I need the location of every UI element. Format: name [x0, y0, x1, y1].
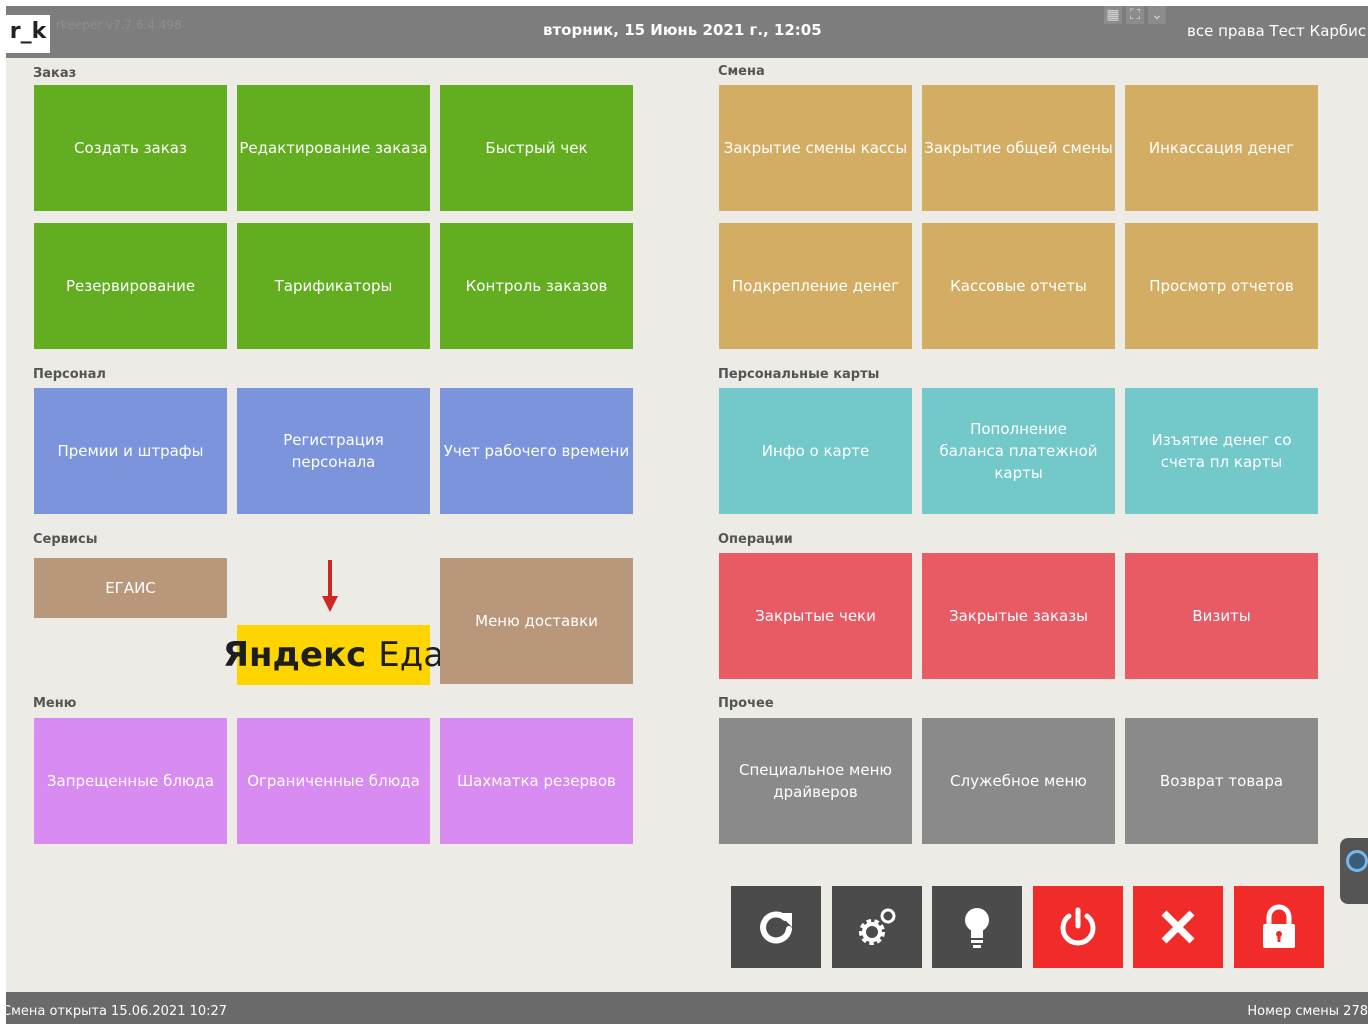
close-cash-shift-button[interactable]: Закрытие смены кассы [719, 85, 912, 211]
work-time-button[interactable]: Учет рабочего времени [440, 388, 633, 514]
cash-collection-button[interactable]: Инкассация денег [1125, 85, 1318, 211]
section-menu-title: Меню [33, 696, 77, 711]
lock-icon [1263, 904, 1295, 948]
card-info-button[interactable]: Инфо о карте [719, 388, 912, 514]
window-controls: ▦ ⛶ ⌄ [1104, 6, 1172, 26]
shift-number-label: Номер смены 278 [1247, 1004, 1368, 1019]
view-reports-button[interactable]: Просмотр отчетов [1125, 223, 1318, 349]
close-common-shift-button[interactable]: Закрытие общей смены [922, 85, 1115, 211]
section-operations-title: Операции [718, 532, 793, 547]
section-other-title: Прочее [718, 696, 774, 711]
section-services-title: Сервисы [33, 532, 98, 547]
app-window: r_k rkeeper v7.7.6.4.498 вторник, 15 Июн… [6, 6, 1368, 1024]
cash-reports-button[interactable]: Кассовые отчеты [922, 223, 1115, 349]
closed-checks-button[interactable]: Закрытые чеки [719, 553, 912, 679]
order-control-button[interactable]: Контроль заказов [440, 223, 633, 349]
side-panel-tab[interactable] [1340, 838, 1368, 904]
money-reinforcement-button[interactable]: Подкрепление денег [719, 223, 912, 349]
section-staff-title: Персонал [33, 367, 106, 382]
header-bar: r_k rkeeper v7.7.6.4.498 вторник, 15 Июн… [6, 6, 1368, 58]
yandex-brand-label: Яндекс [222, 635, 367, 675]
forbidden-dishes-button[interactable]: Запрещенные блюда [34, 718, 227, 844]
section-shift-title: Смена [718, 64, 765, 79]
staff-registration-button[interactable]: Регистрация персонала [237, 388, 430, 514]
current-datetime: вторник, 15 Июнь 2021 г., 12:05 [543, 21, 822, 39]
shift-opened-label: Смена открыта 15.06.2021 10:27 [6, 1004, 228, 1019]
app-logo: r_k [6, 15, 50, 53]
bonuses-fines-button[interactable]: Премии и штрафы [34, 388, 227, 514]
keyboard-icon[interactable]: ▦ [1104, 6, 1122, 24]
reservation-button[interactable]: Резервирование [34, 223, 227, 349]
status-bar: Смена открыта 15.06.2021 10:27 Номер сме… [6, 992, 1368, 1024]
visits-button[interactable]: Визиты [1125, 553, 1318, 679]
service-menu-button[interactable]: Служебное меню [922, 718, 1115, 844]
settings-button[interactable] [832, 886, 922, 968]
close-icon [1161, 910, 1195, 944]
edit-order-button[interactable]: Редактирование заказа [237, 85, 430, 211]
driver-menu-button[interactable]: Специальное меню драйверов [719, 718, 912, 844]
gears-icon [859, 908, 896, 945]
chevron-down-icon[interactable]: ⌄ [1148, 6, 1166, 24]
create-order-button[interactable]: Создать заказ [34, 85, 227, 211]
arrow-down-icon [322, 560, 338, 612]
fullscreen-icon[interactable]: ⛶ [1126, 6, 1144, 24]
closed-orders-button[interactable]: Закрытые заказы [922, 553, 1115, 679]
return-goods-button[interactable]: Возврат товара [1125, 718, 1318, 844]
power-icon [1060, 907, 1096, 946]
section-order-title: Заказ [33, 66, 77, 81]
tariffs-button[interactable]: Тарификаторы [237, 223, 430, 349]
lightbulb-icon [965, 908, 989, 948]
remote-support-icon [1346, 850, 1368, 872]
section-cards-title: Персональные карты [718, 367, 880, 382]
delivery-menu-button[interactable]: Меню доставки [440, 558, 633, 684]
version-label: rkeeper v7.7.6.4.498 [56, 18, 182, 32]
yandex-product-label: Еда [378, 635, 445, 675]
limited-dishes-button[interactable]: Ограниченные блюда [237, 718, 430, 844]
power-button[interactable] [1033, 886, 1123, 968]
close-button[interactable] [1133, 886, 1223, 968]
egais-button[interactable]: ЕГАИС [34, 558, 227, 618]
quick-check-button[interactable]: Быстрый чек [440, 85, 633, 211]
refresh-button[interactable] [731, 886, 821, 968]
yandex-eda-button[interactable]: Яндекс Еда [223, 625, 444, 685]
lock-button[interactable] [1234, 886, 1324, 968]
card-topup-button[interactable]: Пополнение баланса платежной карты [922, 388, 1115, 514]
card-withdraw-button[interactable]: Изъятие денег со счета пл карты [1125, 388, 1318, 514]
hint-button[interactable] [932, 886, 1022, 968]
reserve-chess-button[interactable]: Шахматка резервов [440, 718, 633, 844]
rights-label: все права Тест Карбис [1187, 22, 1367, 40]
refresh-icon [760, 911, 792, 944]
